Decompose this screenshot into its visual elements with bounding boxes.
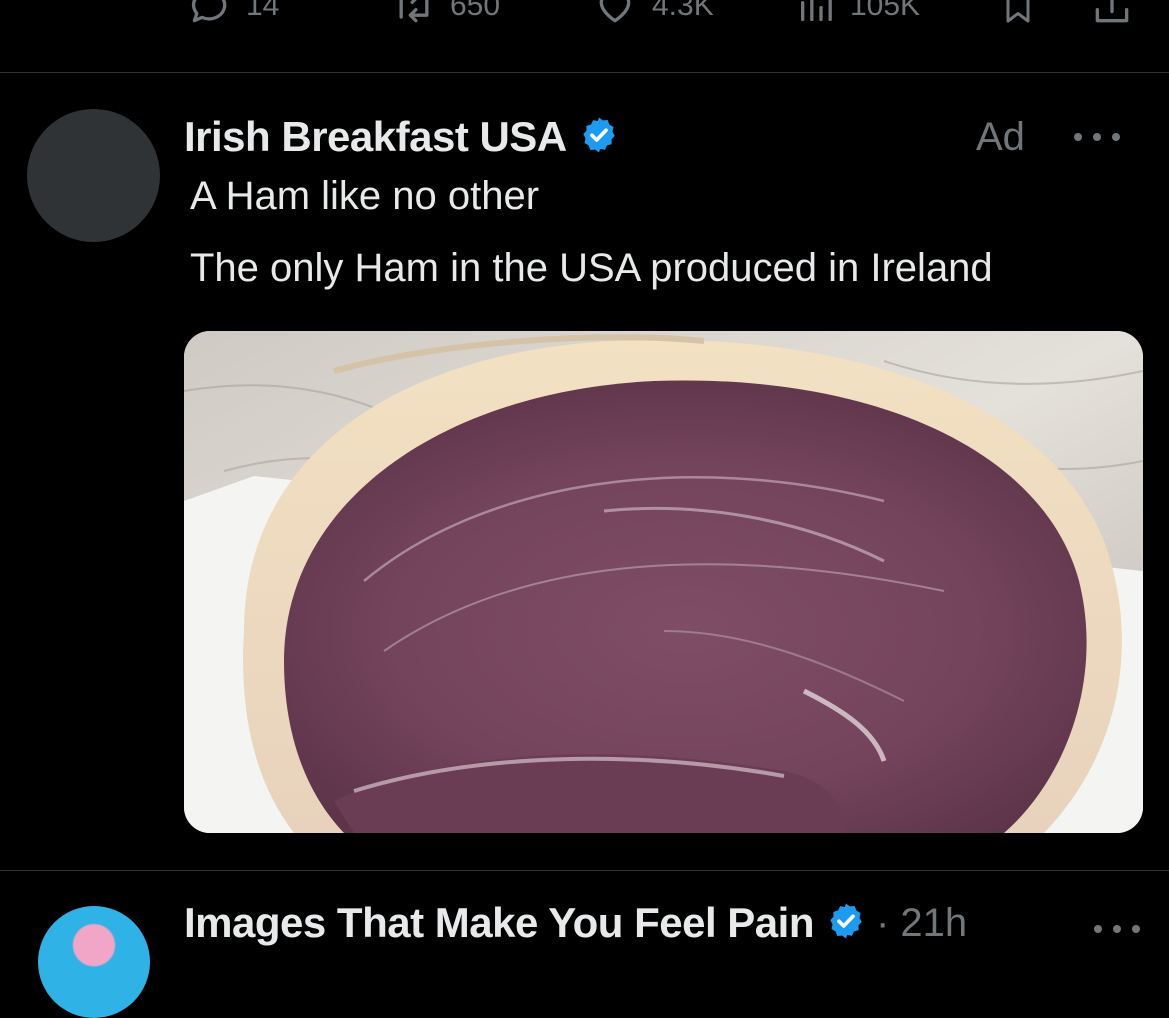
tweet-text-line-2: The only Ham in the USA produced in Irel… bbox=[190, 246, 993, 290]
more-options-dot bbox=[1132, 925, 1140, 933]
avatar[interactable] bbox=[38, 906, 150, 1018]
views-button[interactable]: 105K bbox=[796, 0, 920, 34]
more-options-button[interactable] bbox=[1094, 912, 1140, 946]
tweet-text-line-1: A Ham like no other bbox=[190, 174, 540, 218]
more-options-dot bbox=[1112, 133, 1120, 141]
author-name[interactable]: Images That Make You Feel Pain bbox=[184, 899, 815, 947]
more-options-icon bbox=[1094, 925, 1102, 933]
more-options-button[interactable] bbox=[1074, 120, 1120, 154]
tweet-divider bbox=[0, 72, 1169, 73]
verified-badge-icon bbox=[826, 901, 866, 946]
reply-icon bbox=[188, 0, 232, 28]
share-icon bbox=[1090, 0, 1134, 28]
like-count: 4.3K bbox=[652, 0, 714, 22]
views-count: 105K bbox=[850, 0, 921, 22]
tweet-timestamp[interactable]: · 21h bbox=[876, 901, 967, 946]
reply-count: 14 bbox=[246, 0, 280, 22]
author-row: Irish Breakfast USA bbox=[184, 112, 619, 162]
tweet-action-bar: 14 650 4.3K 105K bbox=[0, 0, 1169, 34]
heart-icon bbox=[592, 0, 638, 28]
more-options-icon bbox=[1074, 133, 1082, 141]
author-row: Images That Make You Feel Pain · 21h bbox=[184, 898, 967, 948]
repost-count: 650 bbox=[450, 0, 501, 22]
author-name[interactable]: Irish Breakfast USA bbox=[184, 113, 567, 161]
avatar[interactable] bbox=[27, 109, 160, 242]
share-button[interactable] bbox=[1090, 0, 1134, 34]
bookmark-button[interactable] bbox=[998, 0, 1038, 34]
like-button[interactable]: 4.3K bbox=[592, 0, 714, 34]
analytics-icon bbox=[796, 0, 836, 28]
ham-photo[interactable] bbox=[184, 331, 1143, 833]
more-options-dot bbox=[1093, 133, 1101, 141]
repost-icon bbox=[392, 0, 436, 28]
bookmark-icon bbox=[998, 0, 1038, 28]
ad-label: Ad bbox=[976, 114, 1025, 159]
verified-badge-icon bbox=[579, 115, 619, 160]
more-options-dot bbox=[1113, 925, 1121, 933]
repost-button[interactable]: 650 bbox=[392, 0, 500, 34]
reply-button[interactable]: 14 bbox=[188, 0, 279, 34]
tweet-divider bbox=[0, 870, 1169, 871]
